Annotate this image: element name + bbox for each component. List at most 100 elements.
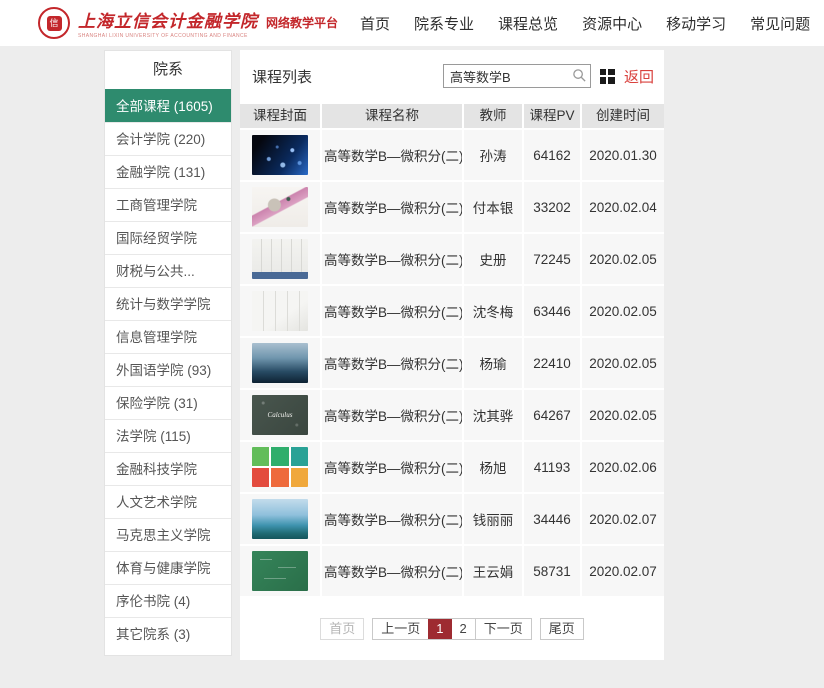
sidebar-item-insurance[interactable]: 保险学院 (31)	[105, 386, 231, 419]
course-teacher: 孙涛	[462, 128, 522, 180]
back-link[interactable]: 返回	[624, 66, 654, 87]
seal-character: 信	[47, 16, 62, 31]
course-pv: 41193	[522, 440, 580, 492]
department-sidebar: 院系 全部课程 (1605) 会计学院 (220) 金融学院 (131) 工商管…	[104, 50, 232, 656]
sidebar-item-finance[interactable]: 金融学院 (131)	[105, 155, 231, 188]
table-row[interactable]: 高等数学B—微积分(二) 钱丽丽 34446 2020.02.07	[240, 492, 664, 544]
course-cover-thumbnail[interactable]	[252, 135, 308, 175]
course-pv: 64162	[522, 128, 580, 180]
course-cover-thumbnail[interactable]	[252, 447, 308, 487]
sidebar-item-law[interactable]: 法学院 (115)	[105, 419, 231, 452]
course-name[interactable]: 高等数学B—微积分(二)	[320, 336, 462, 388]
course-cover-thumbnail[interactable]	[252, 551, 308, 591]
course-date: 2020.02.05	[580, 336, 664, 388]
sidebar-item-business-admin[interactable]: 工商管理学院	[105, 188, 231, 221]
course-name[interactable]: 高等数学B—微积分(二)	[320, 544, 462, 596]
header-name: 课程名称	[320, 104, 462, 128]
course-cover-thumbnail[interactable]	[252, 343, 308, 383]
course-table: 课程封面 课程名称 教师 课程PV 创建时间 高等数学B—微积分(二) 孙涛 6…	[240, 104, 664, 596]
sidebar-item-info-management[interactable]: 信息管理学院	[105, 320, 231, 353]
course-name[interactable]: 高等数学B—微积分(二)	[320, 492, 462, 544]
course-teacher: 史册	[462, 232, 522, 284]
table-row[interactable]: 高等数学B—微积分(二) 沈冬梅 63446 2020.02.05	[240, 284, 664, 336]
pagination-page-2[interactable]: 2	[452, 619, 475, 639]
sidebar-item-intl-trade[interactable]: 国际经贸学院	[105, 221, 231, 254]
sidebar-title: 院系	[105, 51, 231, 89]
sidebar-item-xulun-college[interactable]: 序伦书院 (4)	[105, 584, 231, 617]
course-date: 2020.02.07	[580, 544, 664, 596]
course-teacher: 沈其骅	[462, 388, 522, 440]
platform-name: 网络教学平台	[266, 14, 338, 31]
table-row[interactable]: 高等数学B—微积分(二) 杨瑜 22410 2020.02.05	[240, 336, 664, 388]
pagination-prev-button[interactable]: 上一页	[373, 619, 428, 639]
table-row[interactable]: 高等数学B—微积分(二) 王云娟 58731 2020.02.07	[240, 544, 664, 596]
sidebar-item-humanities-arts[interactable]: 人文艺术学院	[105, 485, 231, 518]
course-teacher: 钱丽丽	[462, 492, 522, 544]
pagination-page-1[interactable]: 1	[428, 619, 451, 639]
course-date: 2020.02.06	[580, 440, 664, 492]
sidebar-item-sports-health[interactable]: 体育与健康学院	[105, 551, 231, 584]
table-row[interactable]: Calculus 高等数学B—微积分(二) 沈其骅 64267 2020.02.…	[240, 388, 664, 440]
course-date: 2020.02.05	[580, 232, 664, 284]
pagination: 首页 上一页 1 2 下一页 尾页	[240, 618, 664, 640]
course-teacher: 王云娟	[462, 544, 522, 596]
table-header-row: 课程封面 课程名称 教师 课程PV 创建时间	[240, 104, 664, 128]
nav-item-departments[interactable]: 院系专业	[414, 13, 474, 34]
nav-item-faq[interactable]: 常见问题	[750, 13, 810, 34]
header-created: 创建时间	[580, 104, 664, 128]
header-cover: 课程封面	[240, 104, 320, 128]
sidebar-item-fintech[interactable]: 金融科技学院	[105, 452, 231, 485]
course-teacher: 杨瑜	[462, 336, 522, 388]
course-pv: 72245	[522, 232, 580, 284]
sidebar-item-other-departments[interactable]: 其它院系 (3)	[105, 617, 231, 650]
course-name[interactable]: 高等数学B—微积分(二)	[320, 284, 462, 336]
nav-item-resource-center[interactable]: 资源中心	[582, 13, 642, 34]
brand: 信 上海立信会计金融学院 网络教学平台 SHANGHAI LIXIN UNIVE…	[38, 7, 338, 39]
table-row[interactable]: 高等数学B—微积分(二) 杨旭 41193 2020.02.06	[240, 440, 664, 492]
sidebar-item-foreign-languages[interactable]: 外国语学院 (93)	[105, 353, 231, 386]
course-name[interactable]: 高等数学B—微积分(二)	[320, 440, 462, 492]
university-name-en: SHANGHAI LIXIN UNIVERSITY OF ACCOUNTING …	[78, 33, 338, 39]
course-cover-thumbnail[interactable]: Calculus	[252, 395, 308, 435]
course-cover-thumbnail[interactable]	[252, 239, 308, 279]
course-teacher: 杨旭	[462, 440, 522, 492]
course-name[interactable]: 高等数学B—微积分(二)	[320, 180, 462, 232]
page-title: 课程列表	[252, 66, 312, 87]
grid-view-icon[interactable]	[600, 69, 615, 84]
table-row[interactable]: 高等数学B—微积分(二) 孙涛 64162 2020.01.30	[240, 128, 664, 180]
sidebar-item-marxism[interactable]: 马克思主义学院	[105, 518, 231, 551]
course-name[interactable]: 高等数学B—微积分(二)	[320, 388, 462, 440]
course-cover-thumbnail[interactable]	[252, 291, 308, 331]
table-row[interactable]: 高等数学B—微积分(二) 付本银 33202 2020.02.04	[240, 180, 664, 232]
nav-item-courses-overview[interactable]: 课程总览	[498, 13, 558, 34]
sidebar-item-accounting[interactable]: 会计学院 (220)	[105, 122, 231, 155]
pagination-first-button[interactable]: 首页	[320, 618, 364, 640]
sidebar-item-all-courses[interactable]: 全部课程 (1605)	[105, 89, 231, 122]
course-pv: 63446	[522, 284, 580, 336]
sidebar-item-statistics-math[interactable]: 统计与数学学院	[105, 287, 231, 320]
table-row[interactable]: 高等数学B—微积分(二) 史册 72245 2020.02.05	[240, 232, 664, 284]
university-seal-logo: 信	[38, 7, 70, 39]
search-input[interactable]	[443, 64, 591, 88]
course-pv: 33202	[522, 180, 580, 232]
cover-calculus-text: Calculus	[268, 411, 293, 419]
course-cover-thumbnail[interactable]	[252, 499, 308, 539]
course-pv: 64267	[522, 388, 580, 440]
course-date: 2020.01.30	[580, 128, 664, 180]
search-box	[443, 64, 591, 88]
course-name[interactable]: 高等数学B—微积分(二)	[320, 128, 462, 180]
pagination-next-button[interactable]: 下一页	[475, 619, 531, 639]
nav-item-home[interactable]: 首页	[360, 13, 390, 34]
course-date: 2020.02.04	[580, 180, 664, 232]
sidebar-item-taxation-public[interactable]: 财税与公共...	[105, 254, 231, 287]
header-teacher: 教师	[462, 104, 522, 128]
pagination-last-button[interactable]: 尾页	[540, 618, 584, 640]
course-date: 2020.02.05	[580, 388, 664, 440]
course-teacher: 付本银	[462, 180, 522, 232]
search-icon[interactable]	[572, 68, 587, 83]
course-list-panel: 课程列表 返回 课程封面 课程名称 教师 课程PV 创建时间	[240, 50, 664, 660]
header-pv: 课程PV	[522, 104, 580, 128]
course-cover-thumbnail[interactable]	[252, 187, 308, 227]
course-name[interactable]: 高等数学B—微积分(二)	[320, 232, 462, 284]
nav-item-mobile-learning[interactable]: 移动学习	[666, 13, 726, 34]
